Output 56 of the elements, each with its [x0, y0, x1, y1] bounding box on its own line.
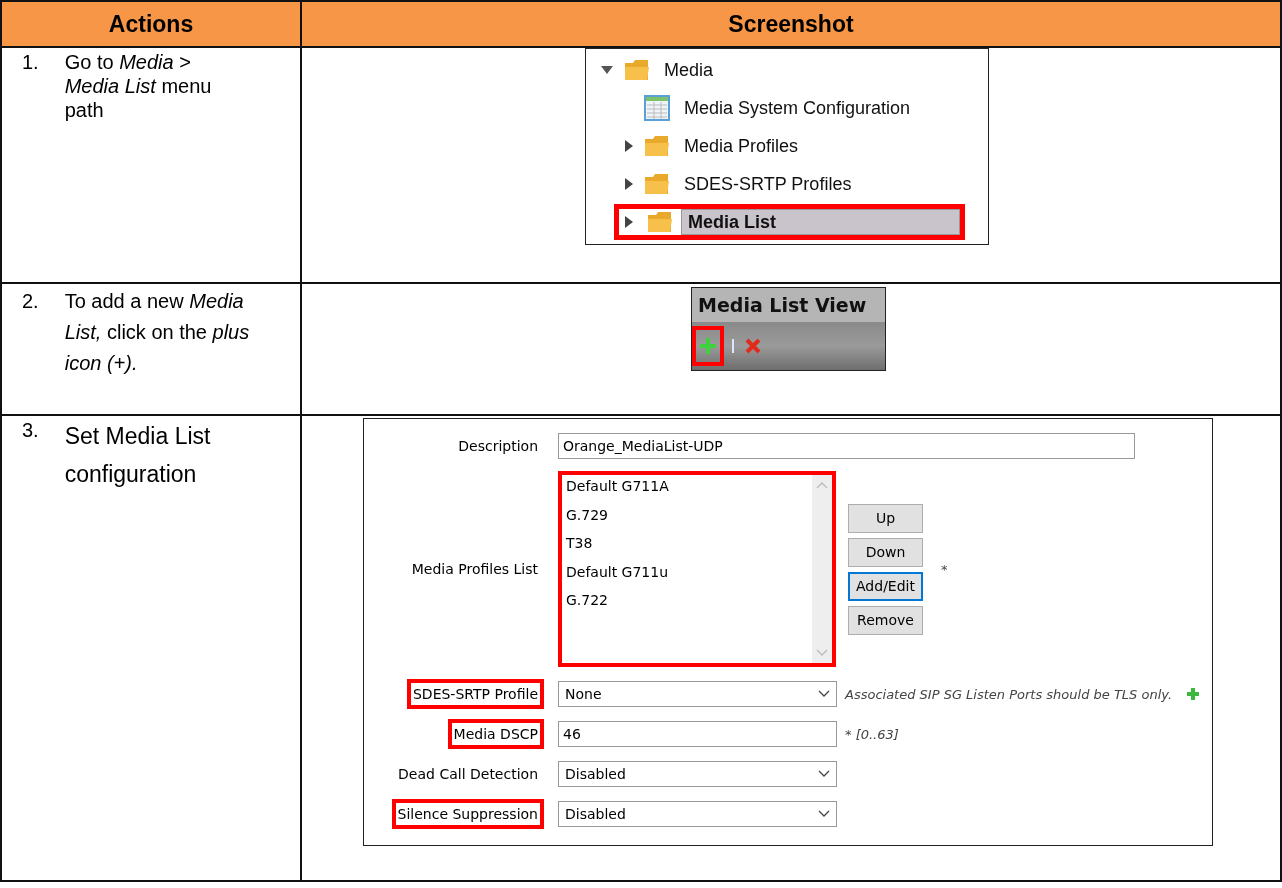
step-number: 3. [22, 418, 39, 443]
chevron-down-icon[interactable] [816, 649, 828, 657]
list-item[interactable]: G.729 [566, 506, 808, 535]
chevron-down-icon [818, 810, 830, 818]
field-label: Dead Call Detection [397, 765, 539, 784]
step-instruction: Go to Media > Media List menu path [64, 50, 213, 122]
chevron-up-icon[interactable] [816, 481, 828, 489]
field-label: SDES-SRTP Profile [406, 679, 544, 709]
plus-icon[interactable] [698, 336, 718, 356]
collapsed-triangle-icon[interactable] [624, 215, 634, 229]
dropdown[interactable]: Disabled [558, 761, 837, 787]
field-label: Media Profiles List [410, 560, 539, 579]
list-box[interactable]: Default G711A G.729 T38 Default G711u G.722 [562, 475, 832, 663]
close-icon[interactable] [744, 337, 762, 355]
field-label: Silence Suppression [391, 799, 544, 829]
field-note: * [0..63] [845, 726, 899, 742]
tree-item[interactable]: Media Profiles [678, 132, 805, 160]
column-header: Actions [1, 1, 301, 47]
folder-icon [644, 172, 670, 196]
plus-icon[interactable] [1186, 687, 1201, 701]
tree-item[interactable]: Media List [681, 209, 960, 235]
field-label: Media DSCP [447, 719, 544, 749]
table-icon [644, 95, 670, 121]
step-instruction: To add a new Media List, click on the plus icon (+). [64, 289, 251, 376]
folder-icon [644, 134, 670, 158]
text-field[interactable]: Orange_MediaList-UDP [558, 433, 1135, 459]
text-field[interactable]: 46 [558, 721, 837, 747]
step-number: 2. [22, 289, 39, 314]
field-note: * [941, 561, 948, 577]
tree-item[interactable]: Media [658, 56, 720, 84]
step-instruction: Set Media List configuration [64, 422, 212, 489]
tree-item[interactable]: SDES-SRTP Profiles [678, 170, 858, 198]
folder-icon [624, 58, 650, 82]
list-button[interactable]: Add/Edit [848, 571, 923, 601]
folder-icon [647, 210, 673, 234]
list-button[interactable]: Up [848, 503, 923, 533]
collapsed-triangle-icon[interactable] [624, 139, 634, 153]
list-item[interactable]: T38 [566, 535, 808, 564]
dropdown[interactable]: None [558, 681, 837, 707]
list-item[interactable]: G.722 [566, 592, 808, 621]
list-item[interactable]: Default G711A [566, 478, 808, 507]
step-number: 1. [22, 50, 39, 75]
collapsed-triangle-icon[interactable] [624, 177, 634, 191]
chevron-down-icon [818, 690, 830, 698]
field-note: Associated SIP SG Listen Ports should be TLS only. [845, 686, 1173, 702]
tree-item[interactable]: Media System Configuration [678, 94, 917, 122]
chevron-down-icon [818, 770, 830, 778]
list-button[interactable]: Remove [848, 605, 923, 635]
dropdown[interactable]: Disabled [558, 801, 837, 827]
panel-title: Media List View [692, 288, 885, 322]
scrollbar[interactable] [812, 475, 832, 663]
field-label: Description [457, 437, 539, 456]
expanded-triangle-icon[interactable] [600, 65, 614, 75]
column-header: Screenshot [301, 1, 1281, 47]
list-button[interactable]: Down [848, 537, 923, 567]
list-item[interactable]: Default G711u [566, 563, 808, 592]
